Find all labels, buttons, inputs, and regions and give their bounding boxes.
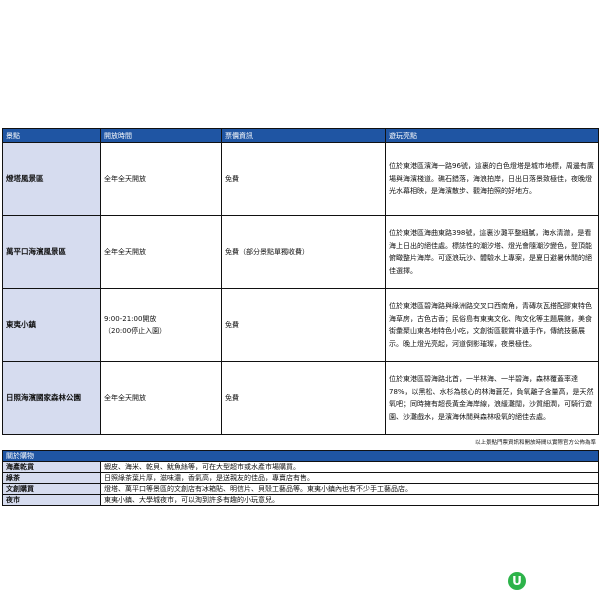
spot-highlight: 位於東港區濱海一路96號，這裏的白色燈塔是城市地標，周邊有廣場與海濱棧道。礁石錯…: [385, 142, 599, 216]
shopping-table: 關於購物 海產乾貨 蝦皮、海米、乾貝、魷魚絲等，可在大型超市或水產市場購買。 綠…: [2, 450, 599, 506]
header-row: 景點 開放時間 票價資訊 遊玩亮點: [2, 128, 599, 143]
shopping-desc: 蝦皮、海米、乾貝、魷魚絲等，可在大型超市或水產市場購買。: [100, 461, 599, 473]
header-cell: 開放時間: [100, 128, 222, 143]
shopping-category: 文創購買: [2, 483, 101, 495]
shopping-category: 夜市: [2, 494, 101, 506]
spot-highlight: 位於東港區碧海路與綠洲路交叉口西南角，青磚灰瓦搭配膠東特色海草房，古色古香；民俗…: [385, 288, 599, 362]
attractions-sheet: 景點 開放時間 票價資訊 遊玩亮點 燈塔風景區 全年全天開放 免費 位於東港區濱…: [2, 128, 599, 506]
header-cell: 票價資訊: [221, 128, 386, 143]
table-row: 燈塔風景區 全年全天開放 免費 位於東港區濱海一路96號，這裏的白色燈塔是城市地…: [2, 142, 599, 216]
spot-hours: 全年全天開放: [100, 361, 222, 435]
spot-name: 燈塔風景區: [2, 142, 101, 216]
shopping-desc: 東夷小鎮、大學城夜市，可以淘到許多有趣的小玩意兒。: [100, 494, 599, 506]
table-row: 日照海濱國家森林公園 全年全天開放 免費 位於東港區碧海路北首，一半林海、一半碧…: [2, 361, 599, 435]
spot-highlight: 位於東港區海曲東路398號，這裏沙灘平整細膩，海水清澈，是看海上日出的絕佳處。標…: [385, 215, 599, 289]
header-cell: 景點: [2, 128, 101, 143]
spot-price: 免費: [221, 142, 386, 216]
shopping-row: 海產乾貨 蝦皮、海米、乾貝、魷魚絲等，可在大型超市或水產市場購買。: [2, 461, 599, 473]
table-row: 萬平口海濱風景區 全年全天開放 免費（部分景點單獨收費） 位於東港區海曲東路39…: [2, 215, 599, 289]
spot-hours: 全年全天開放: [100, 215, 222, 289]
shopping-row: 綠茶 日照綠茶葉片厚，滋味濃，香氣高，是送親友的佳品，專賣店有售。: [2, 472, 599, 484]
table-row: 東夷小鎮 9:00-21:00開放 （20:00停止入園） 免費 位於東港區碧海…: [2, 288, 599, 362]
shopping-desc: 燈塔、萬平口等景區的文創店有冰箱貼、明信片、貝殼工藝品等。東夷小鎮內也有不少手工…: [100, 483, 599, 495]
shopping-row: 文創購買 燈塔、萬平口等景區的文創店有冰箱貼、明信片、貝殼工藝品等。東夷小鎮內也…: [2, 483, 599, 495]
shopping-category: 海產乾貨: [2, 461, 101, 473]
spot-name: 日照海濱國家森林公園: [2, 361, 101, 435]
spot-name: 萬平口海濱風景區: [2, 215, 101, 289]
spot-hours: 9:00-21:00開放 （20:00停止入園）: [100, 288, 222, 362]
spot-price: 免費（部分景點單獨收費）: [221, 215, 386, 289]
spot-highlight: 位於東港區碧海路北首，一半林海、一半碧海，森林覆蓋率達78%，以黑松、水杉為核心…: [385, 361, 599, 435]
shopping-desc: 日照綠茶葉片厚，滋味濃，香氣高，是送親友的佳品，專賣店有售。: [100, 472, 599, 484]
spot-price: 免費: [221, 361, 386, 435]
attractions-table: 景點 開放時間 票價資訊 遊玩亮點 燈塔風景區 全年全天開放 免費 位於東港區濱…: [2, 128, 599, 435]
spot-name: 東夷小鎮: [2, 288, 101, 362]
spot-price: 免費: [221, 288, 386, 362]
shopping-category: 綠茶: [2, 472, 101, 484]
app-logo-icon: U: [508, 572, 526, 590]
shopping-row: 夜市 東夷小鎮、大學城夜市，可以淘到許多有趣的小玩意兒。: [2, 494, 599, 506]
shopping-header: 關於購物: [2, 450, 599, 462]
header-cell: 遊玩亮點: [385, 128, 599, 143]
shopping-title: 關於購物: [2, 450, 599, 462]
ticket-note: 以上景點門票資訊和開放時間以實際官方公佈為準: [474, 440, 596, 446]
spot-hours: 全年全天開放: [100, 142, 222, 216]
